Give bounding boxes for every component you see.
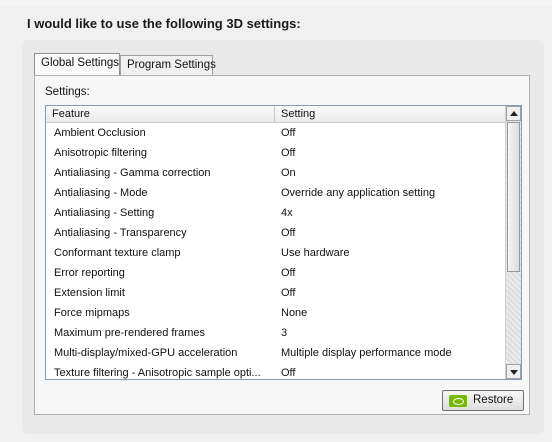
settings-label: Settings: [45, 86, 90, 98]
setting-cell: Off [281, 147, 296, 159]
feature-cell: Anisotropic filtering [54, 147, 147, 159]
page-heading: I would like to use the following 3D set… [27, 16, 301, 31]
table-row[interactable]: Extension limit Off [46, 284, 505, 304]
setting-cell: Off [281, 227, 296, 239]
restore-button-label: Restore [473, 394, 514, 406]
feature-cell: Ambient Occlusion [54, 127, 146, 139]
scroll-thumb[interactable] [507, 122, 520, 272]
table-row[interactable]: Force mipmaps None [46, 304, 505, 324]
table-row[interactable]: Antialiasing - Mode Override any applicat… [46, 184, 505, 204]
table-row[interactable]: Maximum pre-rendered frames 3 [46, 324, 505, 344]
setting-cell: Multiple display performance mode [281, 347, 452, 359]
scroll-up-button[interactable] [506, 106, 521, 121]
feature-cell: Antialiasing - Mode [54, 187, 148, 199]
table-row[interactable]: Anisotropic filtering Off [46, 144, 505, 164]
table-row[interactable]: Antialiasing - Gamma correction On [46, 164, 505, 184]
vertical-scrollbar[interactable] [505, 106, 521, 379]
arrow-down-icon [510, 370, 518, 375]
setting-cell: 3 [281, 327, 288, 339]
list-rows: Ambient Occlusion Off Anisotropic filterin… [46, 124, 505, 379]
table-row[interactable]: Antialiasing - Setting 4x [46, 204, 505, 224]
setting-cell: On [281, 167, 296, 179]
tab-global-settings[interactable]: Global Settings [34, 53, 120, 75]
arrow-up-icon [510, 111, 518, 116]
table-row[interactable]: Ambient Occlusion Off [46, 124, 505, 144]
nvidia-logo-icon [449, 395, 467, 407]
feature-cell: Antialiasing - Gamma correction [54, 167, 211, 179]
settings-list[interactable]: Feature Setting Ambient Occlusion Off Anis… [45, 105, 522, 380]
table-row[interactable]: Conformant texture clamp Use hardware [46, 244, 505, 264]
table-row[interactable]: Antialiasing - Transparency Off [46, 224, 505, 244]
tab-program-settings[interactable]: Program Settings [120, 55, 216, 75]
feature-cell: Maximum pre-rendered frames [54, 327, 205, 339]
table-row[interactable]: Error reporting Off [46, 264, 505, 284]
setting-cell: Off [281, 267, 296, 279]
feature-cell: Conformant texture clamp [54, 247, 181, 259]
feature-cell: Error reporting [54, 267, 125, 279]
setting-cell: Use hardware [281, 247, 350, 259]
feature-cell: Extension limit [54, 287, 125, 299]
column-header-feature[interactable]: Feature [46, 106, 275, 122]
table-row[interactable]: Multi-display/mixed-GPU acceleration Mult… [46, 344, 505, 364]
setting-cell: None [281, 307, 308, 319]
setting-cell: 4x [281, 207, 293, 219]
setting-cell: Off [281, 287, 296, 299]
setting-cell: Off [281, 367, 296, 379]
feature-cell: Force mipmaps [54, 307, 130, 319]
feature-cell: Antialiasing - Setting [54, 207, 155, 219]
feature-cell: Multi-display/mixed-GPU acceleration [54, 347, 238, 359]
table-row[interactable]: Texture filtering - Anisotropic sample o… [46, 364, 505, 379]
feature-cell: Antialiasing - Transparency [54, 227, 187, 239]
restore-button[interactable]: Restore [442, 390, 524, 411]
setting-cell: Off [281, 127, 296, 139]
scroll-down-button[interactable] [506, 364, 521, 379]
column-header-setting[interactable]: Setting [275, 106, 505, 122]
feature-cell: Texture filtering - Anisotropic sample o… [54, 367, 261, 379]
list-header: Feature Setting [46, 106, 505, 123]
setting-cell: Override any application setting [281, 187, 436, 199]
